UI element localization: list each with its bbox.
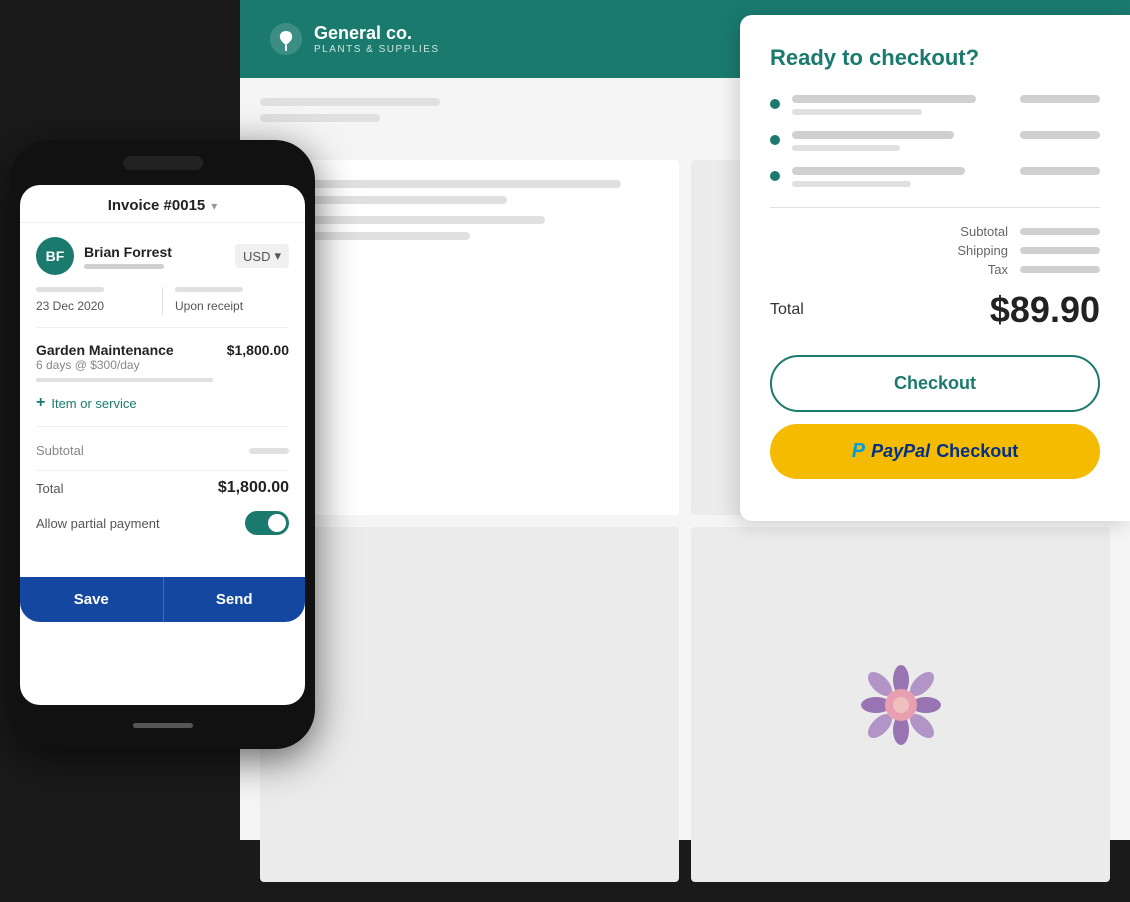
due-block: Upon receipt — [175, 287, 289, 315]
client-avatar: BF — [36, 237, 74, 275]
shipping-label: Shipping — [957, 243, 1008, 258]
brand-info: General co. PLANTS & SUPPLIES — [314, 23, 440, 55]
checkout-button[interactable]: Checkout — [770, 355, 1100, 412]
line-item-name: Garden Maintenance — [36, 342, 174, 358]
checkout-total-amount: $89.90 — [990, 289, 1100, 331]
gear-image-cell — [691, 527, 1110, 882]
paypal-checkout-text: Checkout — [936, 441, 1018, 462]
checkout-total-label: Total — [770, 301, 804, 319]
partial-payment-toggle[interactable] — [245, 511, 289, 535]
line-item-progress-bar — [36, 378, 213, 382]
invoice-date: 23 Dec 2020 — [36, 299, 104, 313]
line-item-desc: 6 days @ $300/day — [36, 358, 289, 372]
subtotal-row: Subtotal — [770, 224, 1100, 239]
checkout-panel: Ready to checkout? — [740, 15, 1130, 521]
client-name: Brian Forrest — [84, 244, 172, 260]
phone-screen: Invoice #0015 ▾ BF Brian Forrest — [20, 185, 305, 705]
logo-icon — [270, 23, 302, 55]
invoice-due: Upon receipt — [175, 299, 243, 313]
line-item-top: Garden Maintenance $1,800.00 — [36, 342, 289, 358]
currency-badge[interactable]: USD ▾ — [235, 244, 289, 268]
checkout-item-3 — [770, 167, 1100, 187]
client-initials: BF — [46, 248, 65, 264]
sidebar-panel — [260, 160, 679, 515]
invoice-total-amount: $1,800.00 — [218, 479, 289, 497]
add-plus-icon: + — [36, 394, 45, 412]
send-button[interactable]: Send — [163, 577, 306, 622]
client-info: BF Brian Forrest — [36, 237, 172, 275]
date-divider — [162, 287, 163, 315]
paypal-label: PayPal — [871, 441, 930, 462]
invoice-subtotal-bar — [249, 448, 289, 454]
paypal-p-icon: P — [852, 440, 865, 463]
item-dot-2 — [770, 135, 780, 145]
add-item-label: Item or service — [51, 396, 136, 411]
due-label-skeleton — [175, 287, 243, 292]
save-button[interactable]: Save — [20, 577, 163, 622]
invoice-title: Invoice #0015 — [108, 197, 206, 214]
skeleton-1 — [260, 98, 440, 106]
checkout-total-row: Total $89.90 — [770, 289, 1100, 331]
item-lines-2 — [792, 131, 1008, 151]
checkout-title: Ready to checkout? — [770, 45, 1100, 71]
phone-bottom-bar — [20, 715, 305, 733]
checkout-item-2 — [770, 131, 1100, 151]
shipping-value — [1020, 247, 1100, 254]
item-amount-1 — [1020, 95, 1100, 103]
date-label-skeleton — [36, 287, 104, 292]
add-item-row[interactable]: + Item or service — [36, 394, 289, 427]
invoice-subtotal-section: Subtotal — [36, 443, 289, 458]
tax-label: Tax — [988, 262, 1008, 277]
invoice-total-line: Total $1,800.00 — [36, 470, 289, 497]
checkout-divider — [770, 207, 1100, 208]
checkout-subtotals: Subtotal Shipping Tax — [770, 224, 1100, 277]
toggle-knob — [268, 514, 286, 532]
client-detail-line — [84, 264, 164, 269]
flower-icon — [856, 660, 946, 750]
checkout-item-1 — [770, 95, 1100, 115]
tax-value — [1020, 266, 1100, 273]
invoice-subtotal-line: Subtotal — [36, 443, 289, 458]
invoice-subtotal-label: Subtotal — [36, 443, 84, 458]
shipping-row: Shipping — [770, 243, 1100, 258]
item-dot-3 — [770, 171, 780, 181]
phone-frame: Invoice #0015 ▾ BF Brian Forrest — [10, 140, 315, 749]
invoice-header: Invoice #0015 ▾ — [20, 185, 305, 223]
item-lines-1 — [792, 95, 1008, 115]
client-name-block: Brian Forrest — [84, 244, 172, 269]
flower-image-cell — [260, 527, 679, 882]
tax-row: Tax — [770, 262, 1100, 277]
chevron-down-icon: ▾ — [211, 199, 217, 213]
brand-title: General co. — [314, 23, 440, 44]
partial-payment-label: Allow partial payment — [36, 516, 160, 531]
paypal-checkout-button[interactable]: P PayPal Checkout — [770, 424, 1100, 479]
phone-notch — [123, 156, 203, 170]
skeleton-2 — [260, 114, 380, 122]
item-amount-3 — [1020, 167, 1100, 175]
item-dot-1 — [770, 99, 780, 109]
checkout-items-list — [770, 95, 1100, 187]
subtotal-value — [1020, 228, 1100, 235]
currency-chevron: ▾ — [274, 248, 281, 264]
home-indicator — [133, 723, 193, 728]
date-row: 23 Dec 2020 Upon receipt — [36, 287, 289, 328]
phone-top-bar — [20, 156, 305, 175]
item-lines-3 — [792, 167, 1008, 187]
invoice-total-label: Total — [36, 481, 63, 496]
line-item-amount: $1,800.00 — [227, 342, 289, 358]
phone-actions: Save Send — [20, 577, 305, 622]
subtotal-label: Subtotal — [960, 224, 1008, 239]
item-amount-2 — [1020, 131, 1100, 139]
partial-payment-row: Allow partial payment — [36, 511, 289, 549]
client-row: BF Brian Forrest USD ▾ — [36, 237, 289, 275]
currency-label: USD — [243, 249, 270, 264]
phone-wrapper: Invoice #0015 ▾ BF Brian Forrest — [10, 140, 315, 749]
invoice-body: BF Brian Forrest USD ▾ — [20, 223, 305, 577]
brand-subtitle: PLANTS & SUPPLIES — [314, 44, 440, 55]
line-item: Garden Maintenance $1,800.00 6 days @ $3… — [36, 342, 289, 382]
date-block: 23 Dec 2020 — [36, 287, 150, 315]
